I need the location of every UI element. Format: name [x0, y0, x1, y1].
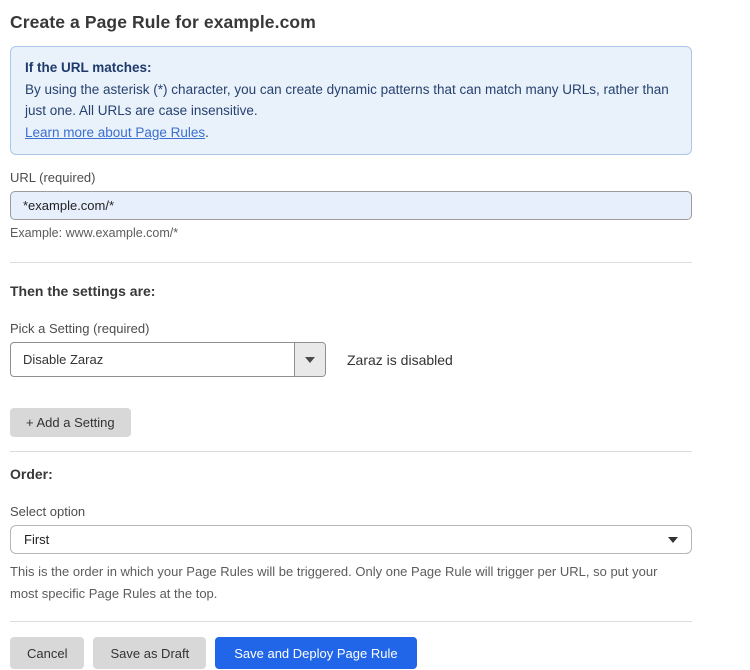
setting-dropdown-value: Disable Zaraz	[11, 343, 294, 376]
settings-section-heading: Then the settings are:	[10, 283, 692, 299]
form-actions: Cancel Save as Draft Save and Deploy Pag…	[10, 637, 692, 669]
info-box-body: By using the asterisk (*) character, you…	[25, 79, 677, 122]
cancel-button[interactable]: Cancel	[10, 637, 84, 669]
order-select-label: Select option	[10, 504, 692, 519]
order-section-heading: Order:	[10, 466, 692, 482]
setting-dropdown[interactable]: Disable Zaraz	[10, 342, 326, 377]
order-select-value: First	[24, 532, 49, 547]
caret-down-icon	[305, 357, 315, 363]
info-box-heading: If the URL matches:	[25, 57, 677, 79]
divider	[10, 451, 692, 452]
divider	[10, 621, 692, 622]
info-box-link-line: Learn more about Page Rules.	[25, 122, 677, 144]
order-select[interactable]: First	[10, 525, 692, 554]
save-draft-button[interactable]: Save as Draft	[93, 637, 206, 669]
setting-status-text: Zaraz is disabled	[347, 352, 453, 368]
save-deploy-button[interactable]: Save and Deploy Page Rule	[215, 637, 416, 669]
page-rule-form: Create a Page Rule for example.com If th…	[0, 0, 750, 670]
page-title: Create a Page Rule for example.com	[10, 12, 692, 33]
url-input[interactable]	[10, 191, 692, 220]
setting-row: Disable Zaraz Zaraz is disabled	[10, 342, 692, 377]
order-helper-text: This is the order in which your Page Rul…	[10, 561, 686, 605]
setting-dropdown-button[interactable]	[294, 343, 325, 376]
url-match-info-box: If the URL matches: By using the asteris…	[10, 46, 692, 155]
setting-picker-label: Pick a Setting (required)	[10, 321, 692, 336]
learn-more-link[interactable]: Learn more about Page Rules	[25, 125, 205, 140]
url-example-helper: Example: www.example.com/*	[10, 226, 692, 240]
divider	[10, 262, 692, 263]
url-field-label: URL (required)	[10, 170, 692, 185]
caret-down-icon	[668, 537, 678, 543]
link-suffix: .	[205, 125, 209, 140]
add-setting-button[interactable]: + Add a Setting	[10, 408, 131, 437]
